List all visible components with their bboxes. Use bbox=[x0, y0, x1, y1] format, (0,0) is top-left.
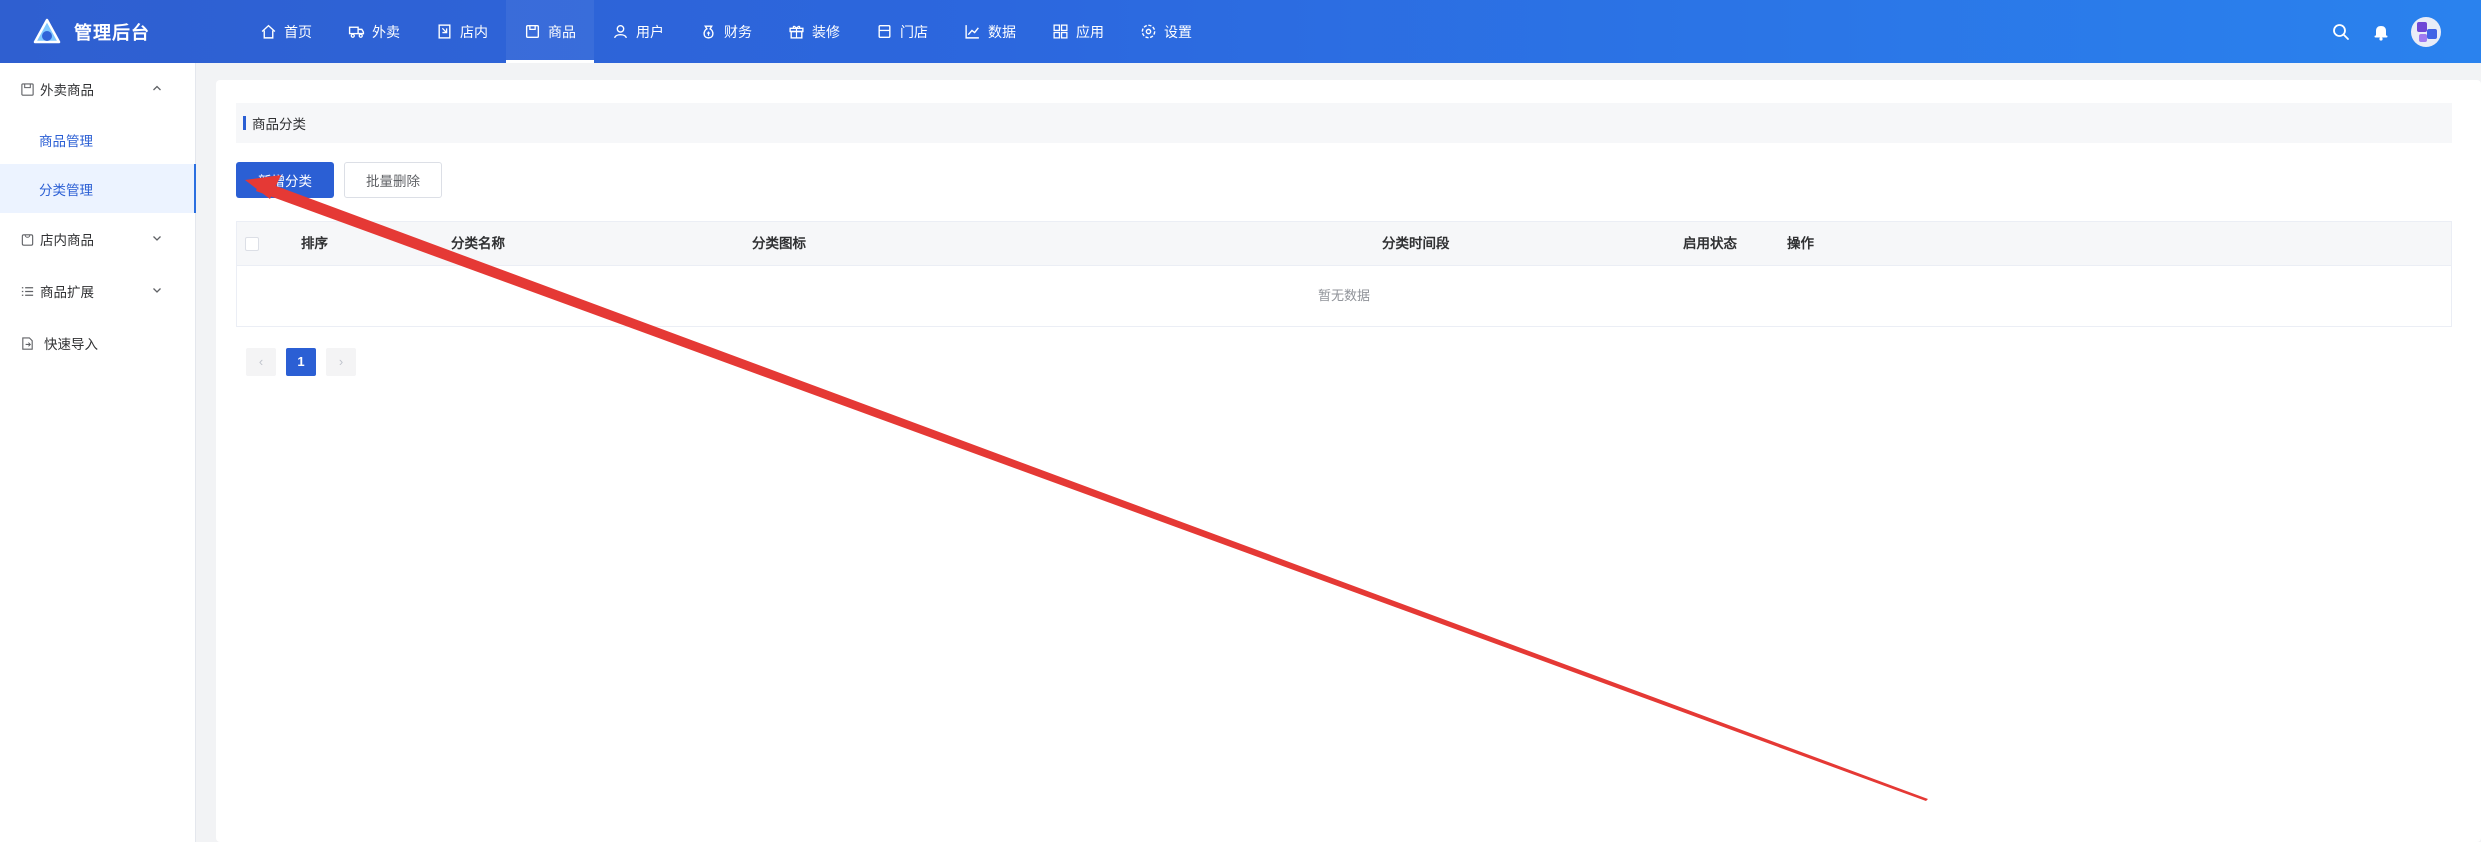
chevron-down-icon bbox=[153, 288, 161, 293]
list-icon bbox=[21, 286, 34, 296]
sidebar-item-goods-management[interactable]: 商品管理 bbox=[0, 115, 195, 164]
bag-icon bbox=[21, 233, 34, 246]
nav-item-label: 应用 bbox=[1076, 23, 1104, 40]
nav-item-label: 装修 bbox=[812, 23, 840, 40]
batch-delete-button[interactable]: 批量删除 bbox=[344, 162, 442, 198]
sidebar-group-goods-extension[interactable]: 商品扩展 bbox=[0, 265, 195, 317]
main-nav: 首页 外卖 店内 商品 用户 财务 装修 门店 数据 应用 设置 bbox=[242, 0, 1210, 63]
sidebar-group-label: 商品扩展 bbox=[40, 285, 94, 300]
sidebar-item-category-management[interactable]: 分类管理 bbox=[0, 164, 196, 213]
nav-item-dine-in[interactable]: 店内 bbox=[418, 0, 506, 63]
section-title: 商品分类 bbox=[236, 103, 2452, 143]
chevron-down-icon bbox=[153, 236, 161, 241]
goods-icon bbox=[525, 24, 540, 39]
table-empty-text: 暂无数据 bbox=[1317, 288, 1370, 303]
nav-item-apps[interactable]: 应用 bbox=[1034, 0, 1122, 63]
nav-item-label: 商品 bbox=[548, 23, 576, 40]
table-header: 排序 分类名称 分类图标 分类时间段 启用状态 操作 bbox=[237, 222, 2451, 266]
column-header-actions[interactable]: 操作 bbox=[1787, 222, 1814, 266]
sidebar-group-delivery-goods[interactable]: 外卖商品 bbox=[0, 63, 195, 115]
sidebar-group-label: 店内商品 bbox=[40, 233, 94, 248]
nav-item-label: 数据 bbox=[988, 23, 1016, 40]
brand[interactable]: 管理后台 bbox=[0, 0, 196, 63]
decoration-icon bbox=[789, 25, 804, 39]
user-icon bbox=[613, 24, 628, 39]
main-panel: 商品分类 新增分类 批量删除 排序 分类名称 分类图标 分类时间段 启用状态 操… bbox=[216, 80, 2481, 842]
sidebar-group-dine-in-goods[interactable]: 店内商品 bbox=[0, 213, 195, 265]
nav-item-settings[interactable]: 设置 bbox=[1122, 0, 1210, 63]
sidebar-item-label: 快速导入 bbox=[44, 337, 98, 352]
column-header-enabled-status[interactable]: 启用状态 bbox=[1683, 222, 1737, 266]
chevron-up-icon bbox=[153, 85, 161, 91]
select-all-checkbox[interactable] bbox=[245, 237, 259, 251]
home-icon bbox=[261, 24, 276, 39]
prev-page-button[interactable]: ‹ bbox=[246, 348, 276, 376]
top-right-tools bbox=[2311, 0, 2441, 63]
column-header-sort[interactable]: 排序 bbox=[301, 222, 328, 266]
nav-item-label: 店内 bbox=[460, 23, 488, 40]
add-category-button[interactable]: 新增分类 bbox=[236, 162, 334, 198]
page-number-current[interactable]: 1 bbox=[286, 348, 316, 376]
nav-item-delivery[interactable]: 外卖 bbox=[330, 0, 418, 63]
import-icon bbox=[22, 336, 33, 350]
category-table: 排序 分类名称 分类图标 分类时间段 启用状态 操作 暂无数据 bbox=[236, 221, 2452, 327]
nav-item-label: 设置 bbox=[1164, 23, 1192, 40]
column-header-category-time[interactable]: 分类时间段 bbox=[1382, 222, 1450, 266]
nav-item-label: 首页 bbox=[284, 23, 312, 40]
sidebar-item-quick-import[interactable]: 快速导入 bbox=[0, 317, 195, 369]
sidebar-item-label: 商品管理 bbox=[39, 133, 93, 149]
app-title: 管理后台 bbox=[74, 22, 150, 43]
sidebar-group-label: 外卖商品 bbox=[40, 83, 94, 98]
bell-icon[interactable] bbox=[2371, 22, 2391, 42]
nav-item-label: 用户 bbox=[636, 23, 664, 40]
goods-icon bbox=[21, 82, 34, 96]
finance-icon bbox=[703, 25, 714, 39]
nav-item-home[interactable]: 首页 bbox=[242, 0, 330, 63]
nav-item-label: 外卖 bbox=[372, 23, 400, 40]
search-icon[interactable] bbox=[2331, 22, 2351, 42]
avatar[interactable] bbox=[2411, 16, 2441, 47]
apps-icon bbox=[1053, 24, 1068, 39]
nav-item-finance[interactable]: 财务 bbox=[682, 0, 770, 63]
nav-item-user[interactable]: 用户 bbox=[594, 0, 682, 63]
sidebar-item-label: 分类管理 bbox=[39, 182, 93, 198]
column-header-category-icon[interactable]: 分类图标 bbox=[752, 222, 806, 266]
delivery-icon bbox=[348, 26, 365, 38]
gear-icon bbox=[1141, 24, 1156, 39]
store-icon bbox=[878, 24, 891, 39]
nav-item-decoration[interactable]: 装修 bbox=[770, 0, 858, 63]
nav-item-data[interactable]: 数据 bbox=[946, 0, 1034, 63]
pagination: ‹ 1 › bbox=[246, 348, 366, 376]
top-navbar: 管理后台 首页 外卖 店内 商品 用户 财务 装修 门店 数据 应用 设置 bbox=[0, 0, 2481, 63]
sidebar: 外卖商品 商品管理 分类管理 店内商品 商品扩展 快速导入 bbox=[0, 63, 196, 842]
nav-item-label: 财务 bbox=[724, 23, 752, 40]
column-header-category-name[interactable]: 分类名称 bbox=[451, 222, 505, 266]
nav-item-goods[interactable]: 商品 bbox=[506, 0, 594, 63]
nav-item-label: 门店 bbox=[900, 23, 928, 40]
chart-icon bbox=[965, 25, 979, 39]
dine-in-icon bbox=[438, 24, 451, 39]
nav-item-store[interactable]: 门店 bbox=[858, 0, 946, 63]
next-page-button[interactable]: › bbox=[326, 348, 356, 376]
logo-icon bbox=[33, 18, 61, 43]
